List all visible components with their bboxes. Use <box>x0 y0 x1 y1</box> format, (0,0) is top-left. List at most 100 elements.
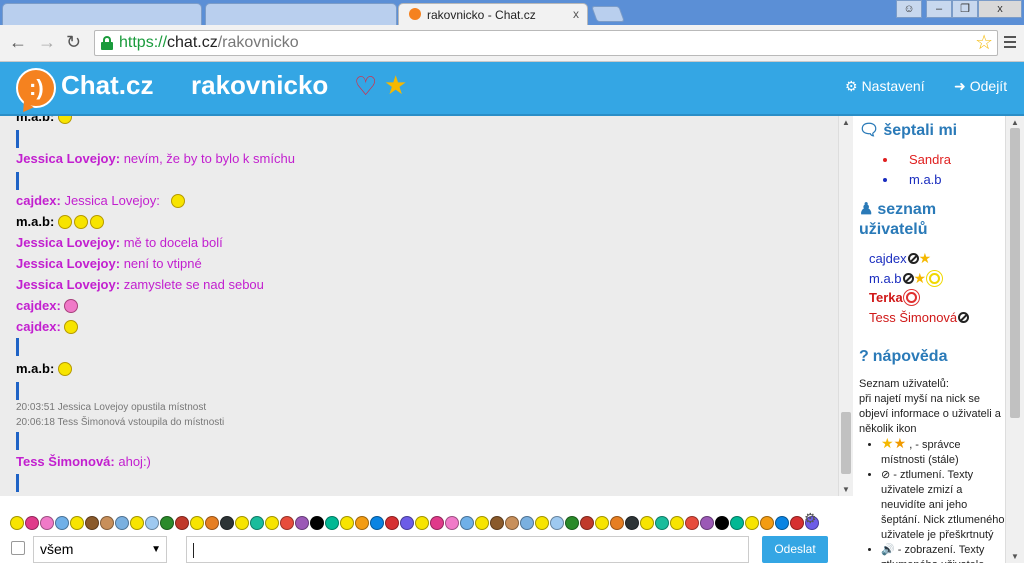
emoticon-icon[interactable] <box>385 516 399 530</box>
message-nick[interactable]: cajdex: <box>16 298 61 313</box>
emoticon-icon[interactable] <box>745 516 759 530</box>
emoticon-icon[interactable] <box>280 516 294 530</box>
scroll-down-icon[interactable]: ▼ <box>1011 552 1019 561</box>
emoticon-icon[interactable] <box>670 516 684 530</box>
user-item[interactable]: cajdex ★ <box>869 250 931 267</box>
emoticon-icon[interactable] <box>565 516 579 530</box>
forward-icon[interactable]: → <box>38 33 56 51</box>
settings-link[interactable]: ⚙ Nastavení <box>845 78 925 95</box>
emoticon-icon[interactable] <box>40 516 54 530</box>
message-nick[interactable]: Jessica Lovejoy: <box>16 151 120 166</box>
emoticon-icon[interactable] <box>640 516 654 530</box>
emoticon-icon[interactable] <box>370 516 384 530</box>
emoticon-icon[interactable] <box>100 516 114 530</box>
emoticon-icon[interactable] <box>520 516 534 530</box>
emoticon-icon[interactable] <box>490 516 504 530</box>
emoticon-icon[interactable] <box>25 516 39 530</box>
scroll-up-icon[interactable]: ▲ <box>842 118 850 127</box>
scroll-down-icon[interactable]: ▼ <box>842 485 850 494</box>
emoticon-icon[interactable] <box>655 516 669 530</box>
recipient-select[interactable]: všem ▼ <box>33 536 167 563</box>
message-nick[interactable]: m.a.b: <box>16 361 54 376</box>
emoticon-icon[interactable] <box>325 516 339 530</box>
emoticon-icon[interactable] <box>265 516 279 530</box>
user-item[interactable]: m.a.b ★ <box>869 270 941 287</box>
message-input[interactable] <box>186 536 749 563</box>
emoticon-icon[interactable] <box>415 516 429 530</box>
logout-link[interactable]: ➜ Odejít <box>954 78 1007 95</box>
back-icon[interactable]: ← <box>9 33 27 51</box>
send-button[interactable]: Odeslat <box>762 536 828 563</box>
browser-menu-icon[interactable] <box>1004 36 1016 51</box>
message-nick[interactable]: m.a.b: <box>16 116 54 124</box>
logo-text[interactable]: Chat.cz <box>61 70 153 101</box>
emoticon-icon[interactable] <box>760 516 774 530</box>
emoticon-icon[interactable] <box>115 516 129 530</box>
gear-icon[interactable]: ⚙ <box>804 510 817 527</box>
message-nick[interactable]: Jessica Lovejoy: <box>16 256 120 271</box>
emoticon-icon[interactable] <box>145 516 159 530</box>
emoticon-icon[interactable] <box>205 516 219 530</box>
emoticon-icon[interactable] <box>340 516 354 530</box>
tab-close-icon[interactable]: x <box>573 7 579 21</box>
emoticon-icon[interactable] <box>190 516 204 530</box>
browser-tab[interactable] <box>205 3 397 25</box>
emoticon-icon[interactable] <box>715 516 729 530</box>
heart-icon[interactable]: ♡ <box>354 72 377 100</box>
emoticon-icon[interactable] <box>610 516 624 530</box>
emoticon-icon[interactable] <box>475 516 489 530</box>
message-nick[interactable]: cajdex: <box>16 319 61 334</box>
emoticon-icon[interactable] <box>775 516 789 530</box>
user-item[interactable]: Terka <box>869 290 917 305</box>
chat-scrollbar[interactable]: ▲ ▼ <box>838 116 853 496</box>
emoticon-icon[interactable] <box>310 516 324 530</box>
sidebar-scrollbar[interactable]: ▲ ▼ <box>1005 116 1024 563</box>
emoticon-icon[interactable] <box>295 516 309 530</box>
emoticon-icon[interactable] <box>625 516 639 530</box>
emoticon-icon[interactable] <box>430 516 444 530</box>
emoticon-icon[interactable] <box>580 516 594 530</box>
emoticon-icon[interactable] <box>130 516 144 530</box>
emoticon-icon[interactable] <box>685 516 699 530</box>
mute-icon[interactable] <box>902 273 914 284</box>
emoticon-icon[interactable] <box>505 516 519 530</box>
new-tab-button[interactable] <box>591 6 625 22</box>
emoticon-icon[interactable] <box>400 516 414 530</box>
emoticon-icon[interactable] <box>160 516 174 530</box>
emoticon-icon[interactable] <box>250 516 264 530</box>
emoticon-icon[interactable] <box>355 516 369 530</box>
emoticon-icon[interactable] <box>730 516 744 530</box>
emoticon-icon[interactable] <box>535 516 549 530</box>
emoticon-icon[interactable] <box>175 516 189 530</box>
emoticon-icon[interactable] <box>235 516 249 530</box>
emoticon-icon[interactable] <box>595 516 609 530</box>
minimize-button[interactable]: – <box>926 0 952 18</box>
user-item[interactable]: Tess Šimonová <box>869 310 970 325</box>
emoticon-icon[interactable] <box>445 516 459 530</box>
bookmark-star-icon[interactable]: ☆ <box>975 31 993 55</box>
profile-icon[interactable]: ☺ <box>896 0 922 18</box>
scroll-thumb[interactable] <box>841 412 851 474</box>
restore-button[interactable]: ❐ <box>952 0 978 18</box>
message-nick[interactable]: Jessica Lovejoy: <box>16 277 120 292</box>
star-icon[interactable]: ★ <box>384 71 407 99</box>
emoticon-icon[interactable] <box>55 516 69 530</box>
scroll-thumb[interactable] <box>1010 128 1020 418</box>
emoticon-icon[interactable] <box>10 516 24 530</box>
emoticon-icon[interactable] <box>220 516 234 530</box>
chat-logo-icon[interactable]: :) <box>16 68 56 108</box>
emoticon-icon[interactable] <box>790 516 804 530</box>
emoticon-icon[interactable] <box>70 516 84 530</box>
message-nick[interactable]: Jessica Lovejoy: <box>16 235 120 250</box>
window-close-button[interactable]: x <box>978 0 1022 18</box>
browser-tab-active[interactable]: rakovnicko - Chat.cz x <box>398 3 588 25</box>
mute-icon[interactable] <box>958 312 970 323</box>
emoticon-icon[interactable] <box>460 516 474 530</box>
message-nick[interactable]: cajdex: <box>16 193 61 208</box>
reload-icon[interactable]: ↻ <box>66 33 81 51</box>
mute-icon[interactable] <box>907 253 919 264</box>
emoticon-icon[interactable] <box>550 516 564 530</box>
message-nick[interactable]: m.a.b: <box>16 214 54 229</box>
private-checkbox[interactable] <box>11 541 25 555</box>
browser-tab[interactable] <box>2 3 202 25</box>
